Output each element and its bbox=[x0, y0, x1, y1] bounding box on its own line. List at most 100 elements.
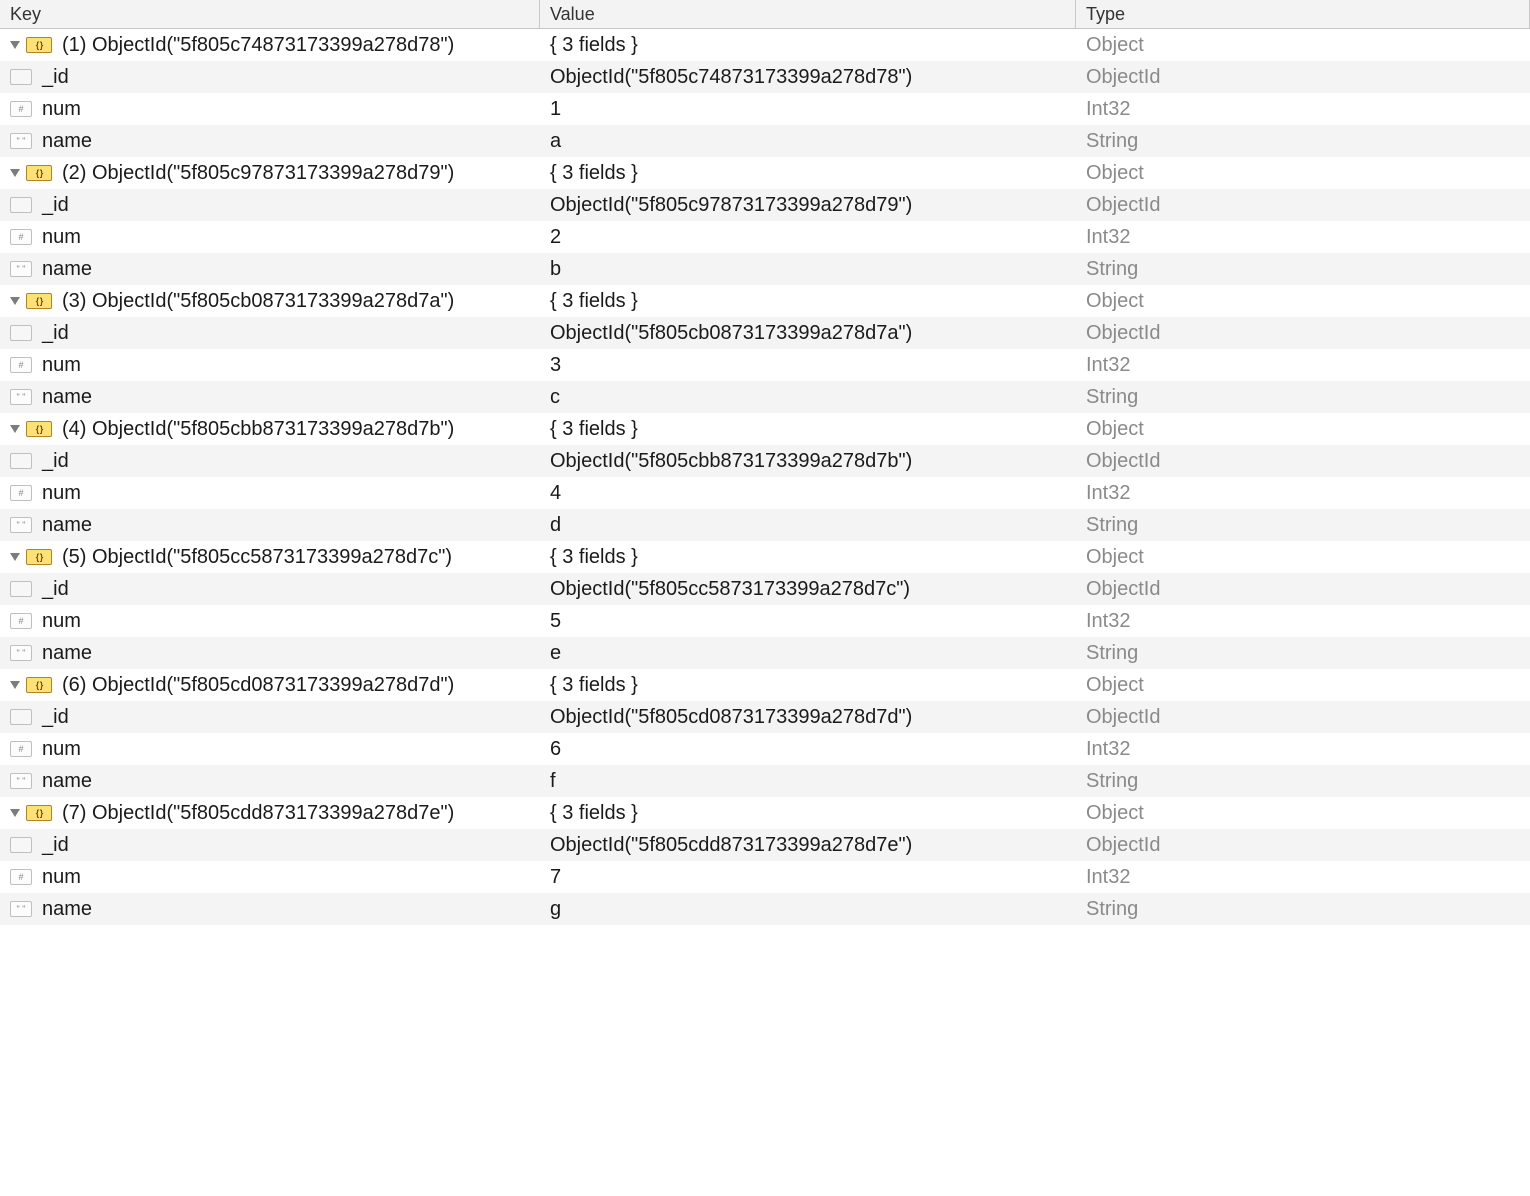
document-row[interactable]: { }(7) ObjectId("5f805cdd873173399a278d7… bbox=[0, 797, 1530, 829]
field-value[interactable]: ObjectId("5f805c97873173399a278d79") bbox=[550, 194, 912, 217]
field-type: Int32 bbox=[1076, 733, 1530, 765]
field-row[interactable]: _idObjectId("5f805cd0873173399a278d7d")O… bbox=[0, 701, 1530, 733]
document-icon: { } bbox=[26, 549, 52, 565]
field-value[interactable]: d bbox=[550, 514, 561, 537]
disclosure-triangle-icon[interactable] bbox=[10, 169, 20, 177]
id-type-icon bbox=[10, 581, 32, 597]
document-row[interactable]: { }(3) ObjectId("5f805cb0873173399a278d7… bbox=[0, 285, 1530, 317]
field-name: _id bbox=[42, 194, 69, 217]
field-value[interactable]: b bbox=[550, 258, 561, 281]
field-row[interactable]: " "namebString bbox=[0, 253, 1530, 285]
field-type: Int32 bbox=[1076, 93, 1530, 125]
field-row[interactable]: #num6Int32 bbox=[0, 733, 1530, 765]
field-value[interactable]: 5 bbox=[550, 610, 561, 633]
field-value[interactable]: 2 bbox=[550, 226, 561, 249]
document-value: { 3 fields } bbox=[550, 34, 638, 57]
field-row[interactable]: #num2Int32 bbox=[0, 221, 1530, 253]
document-icon: { } bbox=[26, 677, 52, 693]
field-type: ObjectId bbox=[1076, 61, 1530, 93]
field-row[interactable]: _idObjectId("5f805cb0873173399a278d7a")O… bbox=[0, 317, 1530, 349]
header-key[interactable]: Key bbox=[0, 0, 540, 28]
document-value: { 3 fields } bbox=[550, 546, 638, 569]
field-row[interactable]: #num5Int32 bbox=[0, 605, 1530, 637]
field-name: _id bbox=[42, 66, 69, 89]
field-value[interactable]: f bbox=[550, 770, 556, 793]
document-type: Object bbox=[1076, 413, 1530, 445]
document-value: { 3 fields } bbox=[550, 290, 638, 313]
document-row[interactable]: { }(4) ObjectId("5f805cbb873173399a278d7… bbox=[0, 413, 1530, 445]
field-row[interactable]: _id ObjectId("5f805c74873173399a278d78") O… bbox=[0, 61, 1530, 93]
field-name: num bbox=[42, 98, 81, 121]
field-row[interactable]: " "namedString bbox=[0, 509, 1530, 541]
str-type-icon: " " bbox=[10, 133, 32, 149]
header-value[interactable]: Value bbox=[540, 0, 1076, 28]
document-type: Object bbox=[1076, 797, 1530, 829]
field-name: _id bbox=[42, 322, 69, 345]
field-value[interactable]: ObjectId("5f805c74873173399a278d78") bbox=[550, 66, 912, 89]
field-row[interactable]: " "nameeString bbox=[0, 637, 1530, 669]
field-name: num bbox=[42, 354, 81, 377]
field-type: ObjectId bbox=[1076, 701, 1530, 733]
field-name: _id bbox=[42, 834, 69, 857]
field-value[interactable]: ObjectId("5f805cdd873173399a278d7e") bbox=[550, 834, 912, 857]
field-row[interactable]: _idObjectId("5f805cc5873173399a278d7c")O… bbox=[0, 573, 1530, 605]
document-row[interactable]: { }(2) ObjectId("5f805c97873173399a278d7… bbox=[0, 157, 1530, 189]
document-row[interactable]: { }(6) ObjectId("5f805cd0873173399a278d7… bbox=[0, 669, 1530, 701]
field-row[interactable]: #num1Int32 bbox=[0, 93, 1530, 125]
document-icon: { } bbox=[26, 421, 52, 437]
field-value[interactable]: e bbox=[550, 642, 561, 665]
field-type: String bbox=[1076, 893, 1530, 925]
header-type[interactable]: Type bbox=[1076, 0, 1530, 28]
disclosure-triangle-icon[interactable] bbox=[10, 809, 20, 817]
field-row[interactable]: #num7Int32 bbox=[0, 861, 1530, 893]
field-value[interactable]: 4 bbox=[550, 482, 561, 505]
field-type: Int32 bbox=[1076, 221, 1530, 253]
field-type: ObjectId bbox=[1076, 573, 1530, 605]
field-row[interactable]: " "namefString bbox=[0, 765, 1530, 797]
disclosure-triangle-icon[interactable] bbox=[10, 425, 20, 433]
disclosure-triangle-icon[interactable] bbox=[10, 681, 20, 689]
id-type-icon bbox=[10, 709, 32, 725]
field-row[interactable]: #num3Int32 bbox=[0, 349, 1530, 381]
field-row[interactable]: _id ObjectId("5f805c97873173399a278d79") O… bbox=[0, 189, 1530, 221]
field-name: _id bbox=[42, 450, 69, 473]
disclosure-triangle-icon[interactable] bbox=[10, 41, 20, 49]
field-value[interactable]: ObjectId("5f805cd0873173399a278d7d") bbox=[550, 706, 912, 729]
document-key: (5) ObjectId("5f805cc5873173399a278d7c") bbox=[62, 546, 452, 569]
document-row[interactable]: { } (5) ObjectId("5f805cc5873173399a278d7… bbox=[0, 541, 1530, 573]
field-row[interactable]: " "nameaString bbox=[0, 125, 1530, 157]
id-type-icon bbox=[10, 325, 32, 341]
field-name: name bbox=[42, 898, 92, 921]
disclosure-triangle-icon[interactable] bbox=[10, 297, 20, 305]
id-type-icon bbox=[10, 453, 32, 469]
field-name: num bbox=[42, 866, 81, 889]
field-type: ObjectId bbox=[1076, 189, 1530, 221]
field-row[interactable]: _idObjectId("5f805cbb873173399a278d7b")O… bbox=[0, 445, 1530, 477]
document-key: (1) ObjectId("5f805c74873173399a278d78") bbox=[62, 34, 454, 57]
field-value[interactable]: ObjectId("5f805cb0873173399a278d7a") bbox=[550, 322, 912, 345]
field-value[interactable]: 7 bbox=[550, 866, 561, 889]
field-value[interactable]: 6 bbox=[550, 738, 561, 761]
disclosure-triangle-icon[interactable] bbox=[10, 553, 20, 561]
field-value[interactable]: 3 bbox=[550, 354, 561, 377]
field-value[interactable]: g bbox=[550, 898, 561, 921]
field-value[interactable]: 1 bbox=[550, 98, 561, 121]
field-row[interactable]: " "namecString bbox=[0, 381, 1530, 413]
field-type: String bbox=[1076, 253, 1530, 285]
field-value[interactable]: c bbox=[550, 386, 560, 409]
field-value[interactable]: a bbox=[550, 130, 561, 153]
document-row[interactable]: { }(1) ObjectId("5f805c74873173399a278d7… bbox=[0, 29, 1530, 61]
field-value[interactable]: ObjectId("5f805cc5873173399a278d7c") bbox=[550, 578, 910, 601]
field-row[interactable]: _idObjectId("5f805cdd873173399a278d7e")O… bbox=[0, 829, 1530, 861]
id-type-icon bbox=[10, 69, 32, 85]
document-key: (3) ObjectId("5f805cb0873173399a278d7a") bbox=[62, 290, 454, 313]
document-type: Object bbox=[1076, 541, 1530, 573]
field-name: name bbox=[42, 514, 92, 537]
num-type-icon: # bbox=[10, 229, 32, 245]
field-value[interactable]: ObjectId("5f805cbb873173399a278d7b") bbox=[550, 450, 912, 473]
field-type: String bbox=[1076, 509, 1530, 541]
field-row[interactable]: " "namegString bbox=[0, 893, 1530, 925]
field-type: Int32 bbox=[1076, 349, 1530, 381]
field-row[interactable]: #num4Int32 bbox=[0, 477, 1530, 509]
field-name: name bbox=[42, 258, 92, 281]
